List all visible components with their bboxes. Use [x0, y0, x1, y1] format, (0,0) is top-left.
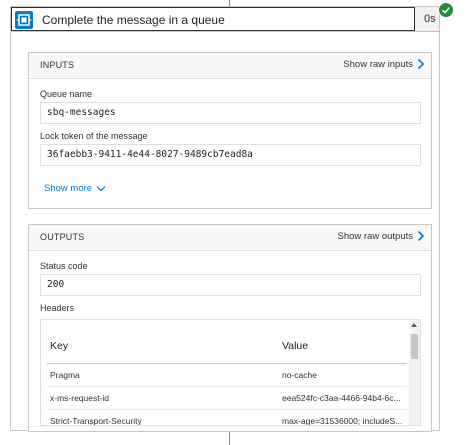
show-raw-outputs-label: Show raw outputs	[337, 230, 413, 242]
success-check-icon	[438, 2, 454, 18]
action-title-box[interactable]: Complete the message in a queue	[11, 7, 415, 31]
action-duration: 0s	[424, 13, 436, 25]
lock-token-field[interactable]: 36faebb3-9411-4e44-8027-9489cb7ead8a	[40, 144, 421, 166]
status-code-label: Status code	[40, 261, 88, 271]
inputs-section-header: INPUTS Show raw inputs	[29, 53, 431, 79]
table-row: x-ms-request-id eea524fc-c3aa-4466-94b4-…	[47, 387, 407, 410]
headers-label: Headers	[40, 303, 75, 313]
action-card: Complete the message in a queue 0s INPUT…	[10, 2, 454, 432]
show-raw-inputs-label: Show raw inputs	[343, 58, 413, 70]
header-value: max-age=31536000; includeS...	[282, 416, 403, 426]
flow-connector-bottom	[229, 432, 230, 445]
header-key: Strict-Transport-Security	[50, 416, 142, 426]
lock-token-label: Lock token of the message	[40, 131, 148, 141]
column-header-key: Key	[50, 340, 69, 352]
show-more-label: Show more	[44, 183, 93, 194]
outputs-section-title: OUTPUTS	[40, 232, 85, 242]
chevron-right-icon	[417, 230, 425, 242]
chevron-down-icon	[96, 186, 106, 192]
show-more-link[interactable]: Show more	[44, 183, 106, 194]
show-raw-inputs-link[interactable]: Show raw inputs	[343, 58, 425, 70]
header-key: Pragma	[50, 370, 80, 380]
service-bus-icon	[15, 11, 33, 29]
column-header-value: Value	[282, 340, 309, 352]
queue-name-field[interactable]: sbq-messages	[40, 102, 421, 124]
scrollbar-thumb[interactable]	[411, 334, 418, 359]
inputs-section-title: INPUTS	[40, 60, 75, 70]
headers-scrollbar[interactable]	[409, 320, 420, 425]
action-card-header[interactable]: Complete the message in a queue 0s	[11, 2, 454, 32]
show-raw-outputs-link[interactable]: Show raw outputs	[337, 230, 425, 242]
table-row: Pragma no-cache	[47, 364, 407, 387]
queue-name-label: Queue name	[40, 89, 93, 99]
headers-table-container[interactable]: Key Value Pragma no-cache x-ms-request-i…	[40, 319, 421, 426]
table-row: Strict-Transport-Security max-age=315360…	[47, 410, 407, 426]
outputs-section: OUTPUTS Show raw outputs Status code 200…	[28, 224, 432, 432]
scroll-up-arrow-icon[interactable]	[411, 323, 417, 327]
chevron-right-icon	[417, 58, 425, 70]
action-title: Complete the message in a queue	[42, 13, 225, 27]
status-code-field[interactable]: 200	[40, 274, 421, 296]
outputs-section-header: OUTPUTS Show raw outputs	[29, 225, 431, 251]
header-key: x-ms-request-id	[50, 393, 110, 403]
header-value: eea524fc-c3aa-4466-94b4-6c...	[282, 393, 401, 403]
inputs-section: INPUTS Show raw inputs Queue name sbq-me…	[28, 52, 432, 209]
header-value: no-cache	[282, 370, 317, 380]
